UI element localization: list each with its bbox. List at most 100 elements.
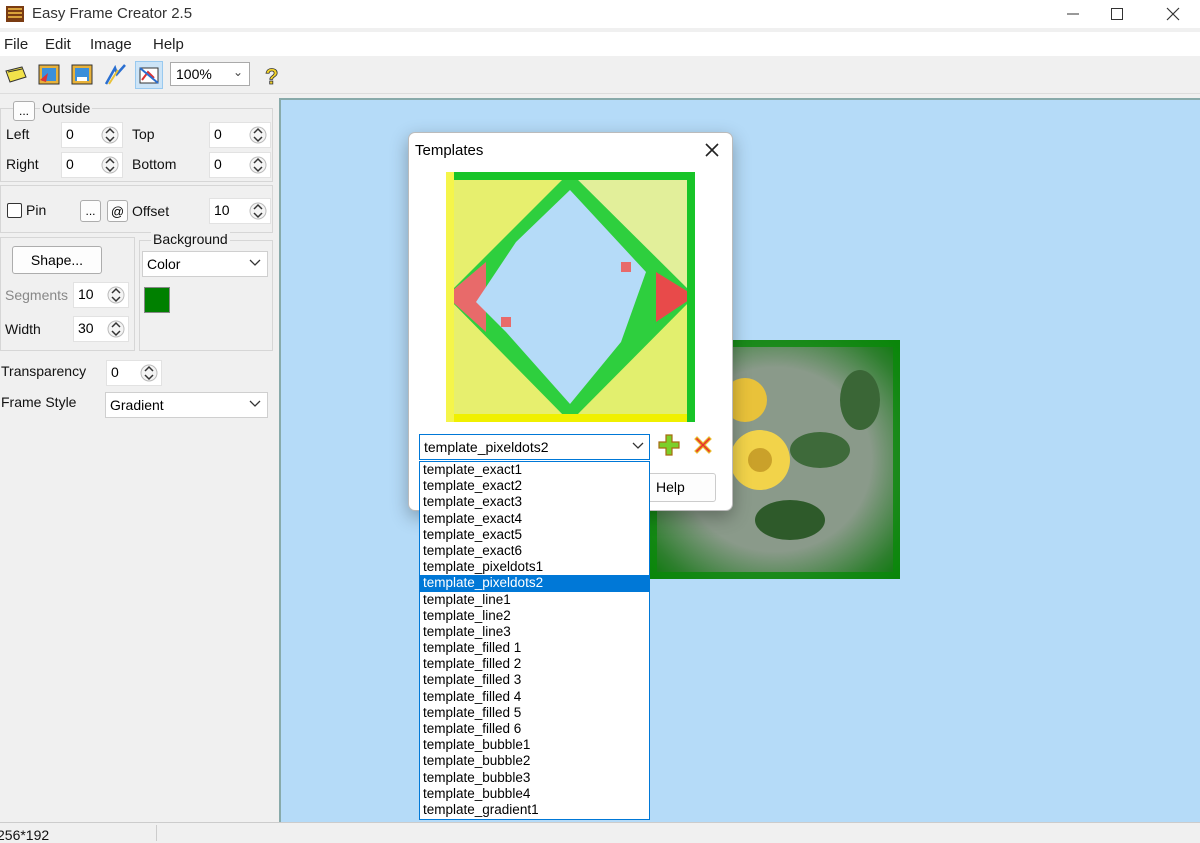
top-spinner[interactable]: 0 xyxy=(209,122,271,148)
pin-checkbox[interactable] xyxy=(7,203,22,218)
spinner-arrows-icon[interactable] xyxy=(249,155,267,175)
add-template-icon[interactable] xyxy=(657,433,681,457)
segments-value: 10 xyxy=(78,286,94,302)
template-option[interactable]: template_filled 2 xyxy=(420,656,649,672)
title-bar: Easy Frame Creator 2.5 xyxy=(0,0,1200,28)
zoom-value: 100% xyxy=(176,66,212,82)
offset-spinner[interactable]: 10 xyxy=(209,198,271,224)
menu-help[interactable]: Help xyxy=(153,36,184,53)
segments-label: Segments xyxy=(5,287,69,303)
save-image-icon[interactable] xyxy=(69,62,95,88)
transparency-label: Transparency xyxy=(1,363,87,379)
template-option[interactable]: template_filled 6 xyxy=(420,721,649,737)
template-option[interactable]: template_gradient1 xyxy=(420,802,649,818)
spinner-arrows-icon[interactable] xyxy=(101,125,119,145)
right-spinner[interactable]: 0 xyxy=(61,152,123,178)
template-option[interactable]: template_exact1 xyxy=(420,462,649,478)
spinner-arrows-icon[interactable] xyxy=(249,125,267,145)
chevron-down-icon xyxy=(249,400,261,407)
offset-value: 10 xyxy=(214,202,230,218)
close-button[interactable] xyxy=(1150,0,1196,28)
dialog-title: Templates xyxy=(415,142,484,159)
template-option[interactable]: template_exact4 xyxy=(420,511,649,527)
template-option[interactable]: template_pixeldots2 xyxy=(420,575,649,592)
template-option[interactable]: template_bubble2 xyxy=(420,753,649,769)
help-icon[interactable]: ? xyxy=(260,62,286,88)
background-group-label: Background xyxy=(151,231,230,247)
width-spinner[interactable]: 30 xyxy=(73,316,129,342)
spinner-arrows-icon[interactable] xyxy=(140,363,158,383)
background-mode-select[interactable]: Color xyxy=(142,251,268,277)
template-option[interactable]: template_line1 xyxy=(420,592,649,608)
left-label: Left xyxy=(6,126,30,142)
spinner-arrows-icon[interactable] xyxy=(249,201,267,221)
spinner-arrows-icon[interactable] xyxy=(107,319,125,339)
help-button[interactable]: Help xyxy=(647,473,716,502)
help-button-label: Help xyxy=(656,479,685,495)
window-title: Easy Frame Creator 2.5 xyxy=(32,5,193,22)
offset-label: Offset xyxy=(132,203,170,219)
frame-tool-icon[interactable] xyxy=(135,61,163,89)
template-select[interactable]: template_pixeldots2 xyxy=(419,434,650,460)
menu-file[interactable]: File xyxy=(4,36,28,53)
chevron-down-icon: ⌄ xyxy=(232,65,243,79)
frame-style-select[interactable]: Gradient xyxy=(105,392,268,418)
spinner-arrows-icon[interactable] xyxy=(101,155,119,175)
outside-dots-button[interactable]: ... xyxy=(13,101,35,121)
width-value: 30 xyxy=(78,320,94,336)
status-divider xyxy=(156,825,157,841)
template-option[interactable]: template_bubble1 xyxy=(420,737,649,753)
pin-dots-button[interactable]: ... xyxy=(80,200,101,222)
right-label: Right xyxy=(6,156,39,172)
right-value: 0 xyxy=(66,156,74,172)
open-image-icon[interactable] xyxy=(36,62,62,88)
pin-at-button[interactable]: @ xyxy=(107,200,128,222)
template-option[interactable]: template_line3 xyxy=(420,624,649,640)
template-option[interactable]: template_filled 1 xyxy=(420,640,649,656)
minimize-button[interactable] xyxy=(1050,0,1096,28)
background-color-swatch[interactable] xyxy=(144,287,170,313)
app-icon xyxy=(6,6,24,22)
open-file-icon[interactable] xyxy=(3,62,29,88)
bottom-label: Bottom xyxy=(132,156,177,172)
template-option[interactable]: template_filled 3 xyxy=(420,672,649,688)
toolbar: 100% ⌄ ? xyxy=(0,57,1200,94)
bottom-value: 0 xyxy=(214,156,222,172)
template-option[interactable]: template_line2 xyxy=(420,608,649,624)
template-option[interactable]: template_exact6 xyxy=(420,543,649,559)
transparency-spinner[interactable]: 0 xyxy=(106,360,162,386)
left-spinner[interactable]: 0 xyxy=(61,122,123,148)
template-option[interactable]: template_exact5 xyxy=(420,527,649,543)
template-option[interactable]: template_filled 4 xyxy=(420,689,649,705)
left-value: 0 xyxy=(66,126,74,142)
close-icon xyxy=(1166,7,1180,21)
menu-image[interactable]: Image xyxy=(90,36,132,53)
template-option[interactable]: template_exact3 xyxy=(420,494,649,510)
width-label: Width xyxy=(5,321,41,337)
outside-group-label: Outside xyxy=(40,100,93,116)
spinner-arrows-icon[interactable] xyxy=(107,285,125,305)
chevron-down-icon xyxy=(249,259,261,266)
minimize-icon xyxy=(1067,13,1079,15)
template-preview xyxy=(446,172,695,422)
template-dropdown-list: template_exact1 template_exact2 template_e… xyxy=(419,461,650,820)
close-icon[interactable] xyxy=(701,139,723,161)
template-option[interactable]: template_filled 5 xyxy=(420,705,649,721)
status-bar: 256*192 xyxy=(0,822,1200,843)
templates-dialog: Templates template_pixeldots2 Help xyxy=(408,132,733,511)
pin-label: Pin xyxy=(26,202,47,218)
menu-edit[interactable]: Edit xyxy=(45,36,71,53)
maximize-button[interactable] xyxy=(1094,0,1140,28)
template-option[interactable]: template_pixeldots1 xyxy=(420,559,649,575)
draw-lines-icon[interactable] xyxy=(103,62,129,88)
template-option[interactable]: template_bubble4 xyxy=(420,786,649,802)
delete-template-icon[interactable] xyxy=(691,433,715,457)
transparency-value: 0 xyxy=(111,364,119,380)
bottom-spinner[interactable]: 0 xyxy=(209,152,271,178)
chevron-down-icon xyxy=(632,442,644,449)
shape-button[interactable]: Shape... xyxy=(12,246,102,274)
template-option[interactable]: template_exact2 xyxy=(420,478,649,494)
segments-spinner[interactable]: 10 xyxy=(73,282,129,308)
template-option[interactable]: template_bubble3 xyxy=(420,770,649,786)
zoom-select[interactable]: 100% ⌄ xyxy=(170,62,250,86)
